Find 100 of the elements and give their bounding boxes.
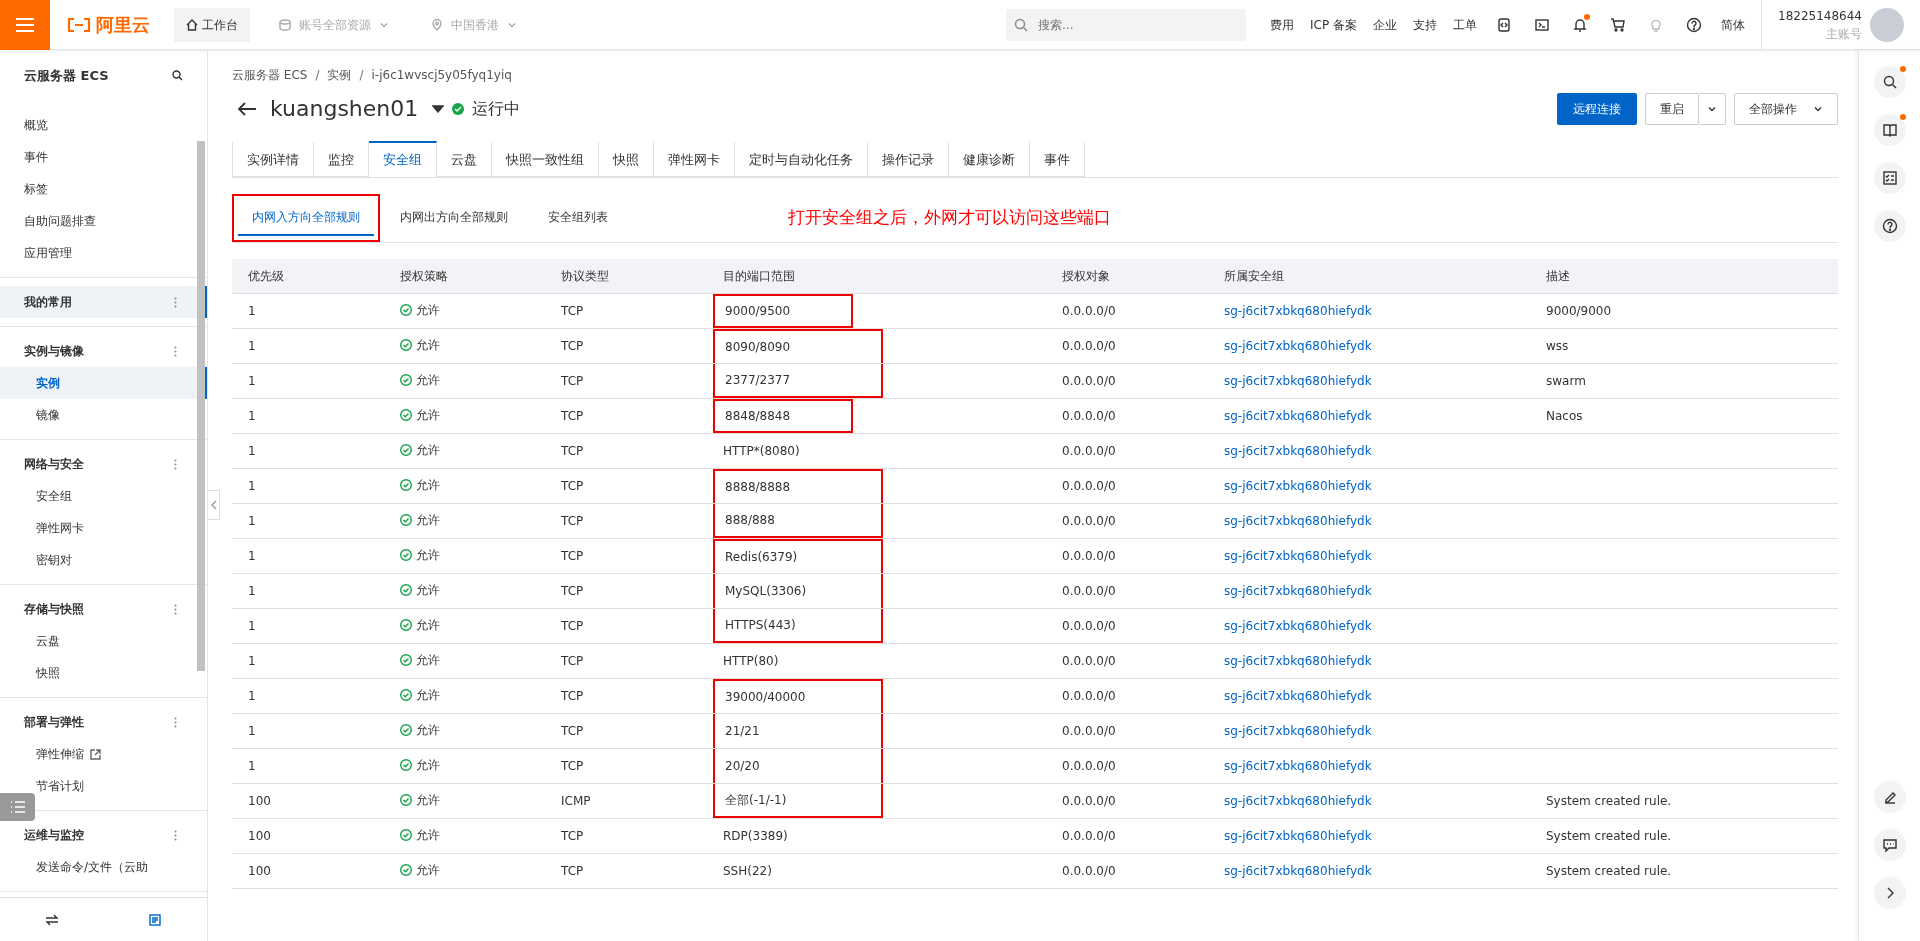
tab[interactable]: 定时与自动化任务 [735, 141, 868, 177]
tab[interactable]: 事件 [1030, 141, 1085, 177]
sidebar-item[interactable]: 云盘 [0, 625, 207, 657]
chevron-right-button[interactable] [1873, 877, 1906, 909]
bracket-logo-icon [66, 16, 92, 33]
floating-outline-menu[interactable] [0, 793, 35, 821]
tab[interactable]: 操作记录 [868, 141, 949, 177]
scrollbar[interactable] [197, 141, 205, 671]
language-link[interactable]: 简体 [1721, 15, 1745, 34]
sidebar-item[interactable]: 实例 [0, 367, 207, 399]
sidebar-item[interactable]: 应用管理 [0, 237, 207, 269]
column-header: 授权策略 [384, 259, 545, 293]
tab[interactable]: 弹性网卡 [654, 141, 735, 177]
security-group-link[interactable]: sg-j6cit7xbkq680hiefydk [1224, 583, 1372, 598]
tab[interactable]: 健康诊断 [949, 141, 1030, 177]
edit-button[interactable] [1873, 781, 1906, 813]
all-actions-dropdown[interactable]: 全部操作 [1734, 92, 1838, 125]
table-cell: TCP [545, 433, 707, 468]
table-cell: 1 [232, 608, 384, 643]
table-cell: 8888/8888 [713, 468, 883, 503]
policy-status: 允许 [400, 685, 440, 704]
column-header: 优先级 [232, 259, 384, 293]
security-group-link[interactable]: sg-j6cit7xbkq680hiefydk [1224, 303, 1372, 318]
sub-tab[interactable]: 安全组列表 [534, 200, 622, 236]
table-cell: 9000/9500 [713, 293, 853, 328]
breadcrumb-separator: / [315, 67, 320, 84]
tab[interactable]: 监控 [314, 141, 369, 177]
tab[interactable]: 实例详情 [232, 141, 314, 177]
sidebar-item[interactable]: 节省计划 [0, 770, 207, 802]
sub-tab[interactable]: 内网出方向全部规则 [386, 200, 522, 236]
instance-name: kuangshen01 [270, 95, 419, 123]
sidebar-item[interactable]: 弹性网卡 [0, 512, 207, 544]
security-group-link[interactable]: sg-j6cit7xbkq680hiefydk [1224, 373, 1372, 388]
tab[interactable]: 快照 [599, 141, 654, 177]
tab[interactable]: 快照一致性组 [492, 141, 599, 177]
tab[interactable]: 云盘 [437, 141, 492, 177]
cart-icon [1610, 16, 1626, 33]
policy-status: 允许 [400, 825, 440, 844]
terminal-icon [1534, 16, 1550, 33]
security-group-link[interactable]: sg-j6cit7xbkq680hiefydk [1224, 828, 1372, 843]
sidebar-group-heading[interactable]: 我的常用 [0, 286, 207, 318]
security-group-link[interactable]: sg-j6cit7xbkq680hiefydk [1224, 758, 1372, 773]
sidebar-item[interactable]: 安全组 [0, 480, 207, 512]
security-group-link[interactable]: sg-j6cit7xbkq680hiefydk [1224, 548, 1372, 563]
help-button[interactable] [1873, 210, 1906, 242]
table-cell: 8848/8848 [713, 398, 853, 433]
check-circle-icon [400, 828, 412, 841]
restart-button[interactable]: 重启 [1645, 92, 1699, 125]
sidebar-group-heading[interactable]: 运维与监控 [0, 819, 207, 851]
remote-connect-button[interactable]: 远程连接 [1557, 92, 1637, 125]
policy-status: 允许 [400, 720, 440, 739]
sidebar-group-heading[interactable]: 部署与弹性 [0, 706, 207, 738]
sidebar-item[interactable]: 弹性伸缩 [0, 738, 207, 770]
security-group-link[interactable]: sg-j6cit7xbkq680hiefydk [1224, 338, 1372, 353]
top-nav-link[interactable]: 费用 [1270, 15, 1295, 34]
security-group-link[interactable]: sg-j6cit7xbkq680hiefydk [1224, 513, 1372, 528]
database-icon [279, 18, 291, 31]
sidebar-item[interactable]: 发送命令/文件（云助 [0, 851, 207, 883]
account-name[interactable]: 18225148644 [1778, 6, 1862, 25]
search-box[interactable]: 搜索... [1006, 8, 1247, 41]
sidebar-item[interactable]: 镜像 [0, 399, 207, 431]
book-icon [1881, 122, 1898, 138]
book-button[interactable] [1873, 114, 1906, 146]
table-cell: 0.0.0.0/0 [1046, 293, 1208, 328]
workbench-button[interactable]: 工作台 [174, 7, 250, 42]
security-group-link[interactable]: sg-j6cit7xbkq680hiefydk [1224, 443, 1372, 458]
top-nav-link[interactable]: ICP 备案 [1310, 15, 1357, 34]
policy-status: 允许 [400, 790, 440, 809]
security-group-link[interactable]: sg-j6cit7xbkq680hiefydk [1224, 653, 1372, 668]
sidebar-item[interactable]: 事件 [0, 141, 207, 173]
security-group-link[interactable]: sg-j6cit7xbkq680hiefydk [1224, 618, 1372, 633]
security-group-link[interactable]: sg-j6cit7xbkq680hiefydk [1224, 408, 1372, 423]
chat-button[interactable] [1873, 829, 1906, 861]
security-group-link[interactable]: sg-j6cit7xbkq680hiefydk [1224, 863, 1372, 878]
sidebar-group-heading[interactable]: 网络与安全 [0, 448, 207, 480]
top-nav-link[interactable]: 工单 [1453, 15, 1477, 34]
sidebar-item[interactable]: 密钥对 [0, 544, 207, 576]
breadcrumb-link[interactable]: 云服务器 ECS [232, 66, 308, 84]
breadcrumb-link[interactable]: 实例 [327, 66, 352, 84]
sidebar-item[interactable]: 标签 [0, 173, 207, 205]
sidebar-item[interactable]: 自助问题排查 [0, 205, 207, 237]
security-group-link[interactable]: sg-j6cit7xbkq680hiefydk [1224, 723, 1372, 738]
search-field[interactable]: 搜索... [1036, 14, 1227, 35]
table-cell-text: HTTP*(8080) [722, 442, 801, 460]
restart-dropdown-button[interactable] [1699, 92, 1726, 125]
top-nav-link[interactable]: 支持 [1413, 15, 1437, 34]
sidebar-group-heading[interactable]: 实例与镜像 [0, 335, 207, 367]
security-group-link[interactable]: sg-j6cit7xbkq680hiefydk [1224, 793, 1372, 808]
sidebar-item[interactable]: 快照 [0, 657, 207, 689]
menu-button[interactable] [0, 0, 50, 50]
tab[interactable]: 安全组 [369, 141, 437, 177]
security-group-link[interactable]: sg-j6cit7xbkq680hiefydk [1224, 478, 1372, 493]
search-button[interactable] [1873, 66, 1906, 98]
sub-tab[interactable]: 内网入方向全部规则 [238, 200, 374, 236]
security-group-link[interactable]: sg-j6cit7xbkq680hiefydk [1224, 688, 1372, 703]
checklist-button[interactable] [1873, 162, 1906, 194]
sidebar-item[interactable]: 概览 [0, 109, 207, 141]
top-nav-link[interactable]: 企业 [1373, 15, 1397, 34]
sidebar-group-heading[interactable]: 存储与快照 [0, 593, 207, 625]
collapse-handle[interactable] [208, 490, 220, 520]
